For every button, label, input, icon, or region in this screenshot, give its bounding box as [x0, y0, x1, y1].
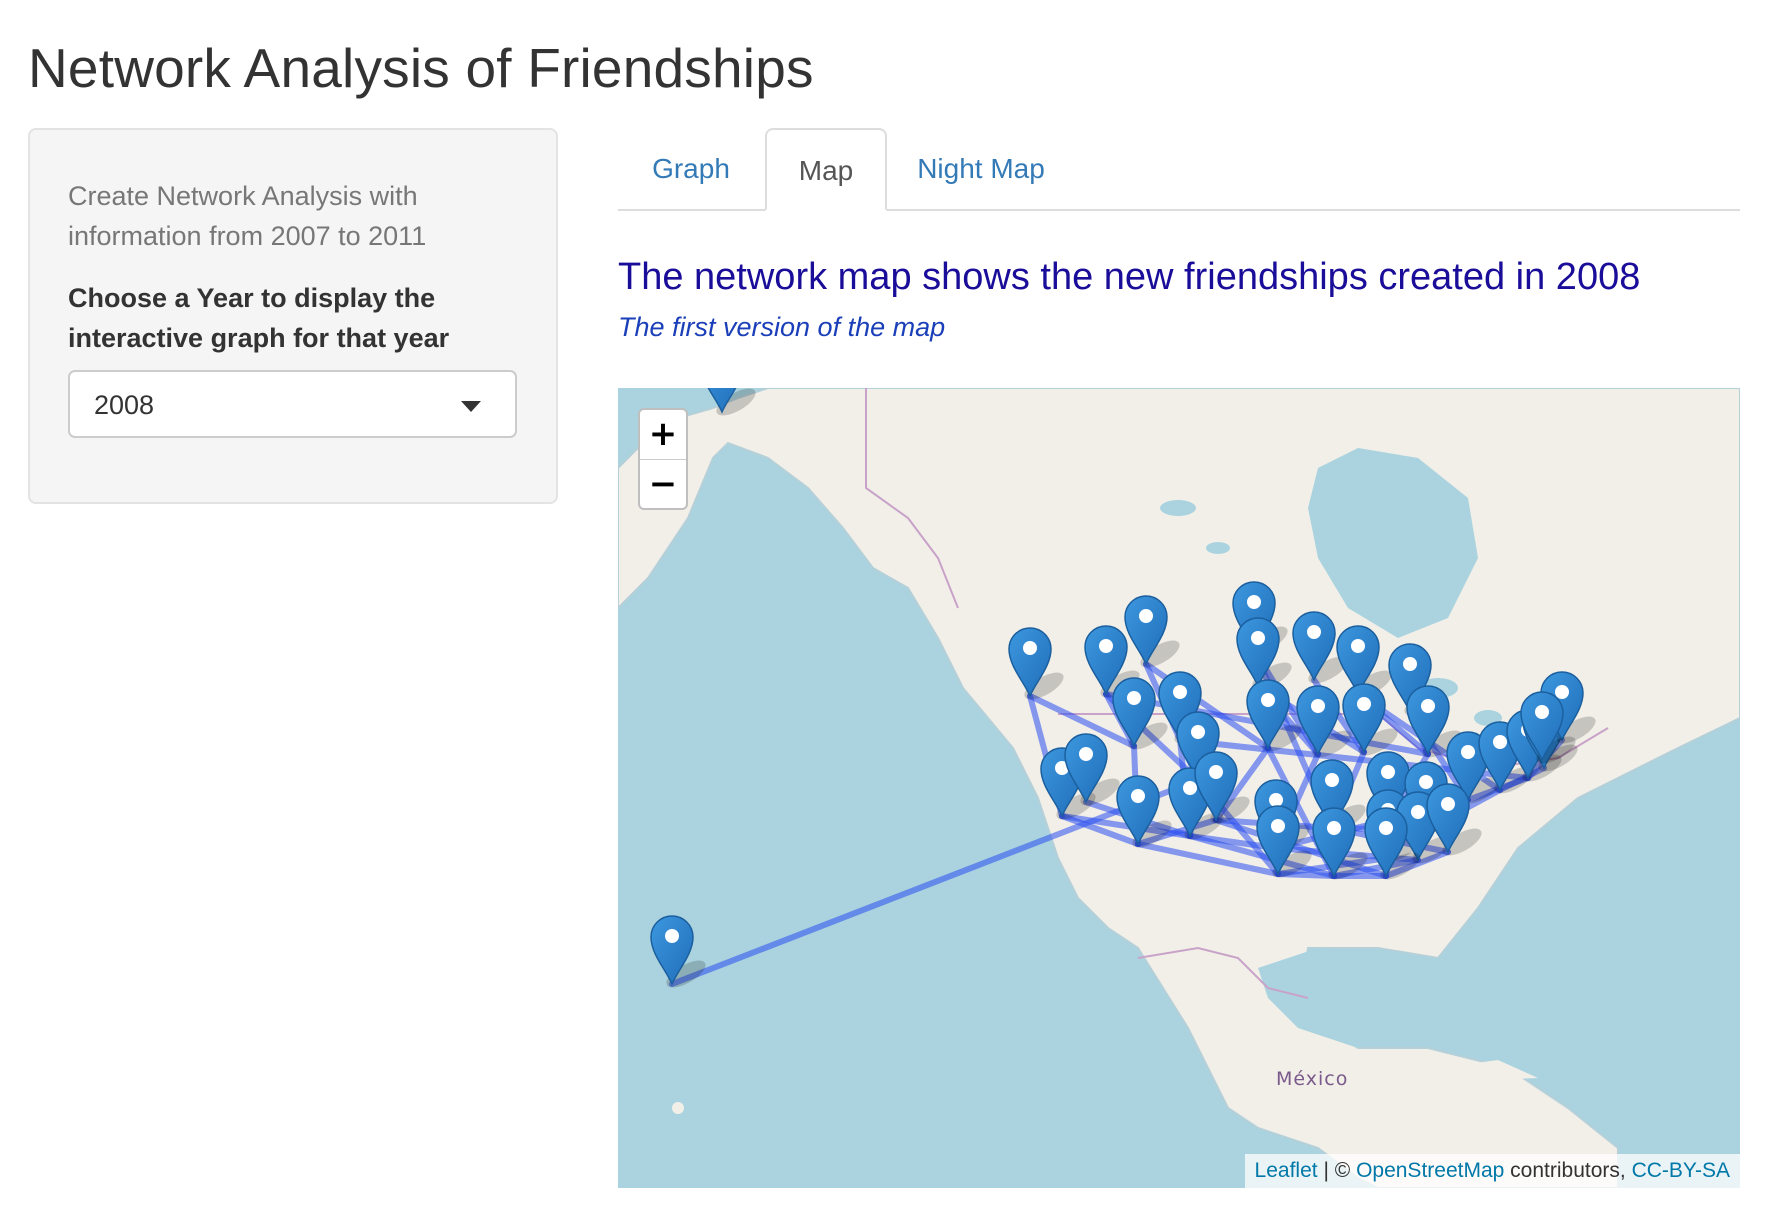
zoom-in-button[interactable]: + [640, 410, 686, 460]
tab-map[interactable]: Map [765, 128, 887, 211]
leaflet-link[interactable]: Leaflet [1255, 1159, 1318, 1182]
land-hawaii [672, 1102, 684, 1114]
map-heading: The network map shows the new friendship… [618, 256, 1641, 298]
year-select-label: Choose a Year to display the interactive… [68, 283, 450, 353]
tab-graph[interactable]: Graph [618, 128, 764, 211]
license-link[interactable]: CC-BY-SA [1632, 1159, 1730, 1182]
sidebar-panel: Create Network Analysis with information… [28, 128, 558, 504]
zoom-out-button[interactable]: − [640, 460, 686, 509]
water-lake [1206, 542, 1230, 554]
map-tiles [618, 388, 1740, 1188]
openstreetmap-link[interactable]: OpenStreetMap [1356, 1159, 1504, 1182]
tab-bar: Graph Map Night Map [618, 128, 1740, 211]
zoom-control: + − [638, 408, 688, 510]
leaflet-map[interactable]: México + − Leaflet | © OpenStreetMap con… [618, 388, 1740, 1188]
year-select[interactable]: 2008 [68, 370, 517, 438]
page-title: Network Analysis of Friendships [28, 37, 814, 99]
sidebar-description: Create Network Analysis with information… [68, 181, 427, 251]
caret-down-icon [461, 401, 481, 412]
attribution-separator: | © [1323, 1159, 1351, 1182]
attribution-contributors: contributors, [1510, 1159, 1626, 1182]
water-lake [1160, 500, 1196, 516]
map-pin-icon[interactable] [650, 915, 710, 993]
year-select-value: 2008 [94, 390, 155, 420]
map-attribution: Leaflet | © OpenStreetMap contributors, … [1244, 1154, 1740, 1188]
country-label-mexico: México [1276, 1068, 1349, 1090]
tab-night-map[interactable]: Night Map [888, 128, 1074, 211]
map-subheading: The first version of the map [618, 312, 946, 342]
